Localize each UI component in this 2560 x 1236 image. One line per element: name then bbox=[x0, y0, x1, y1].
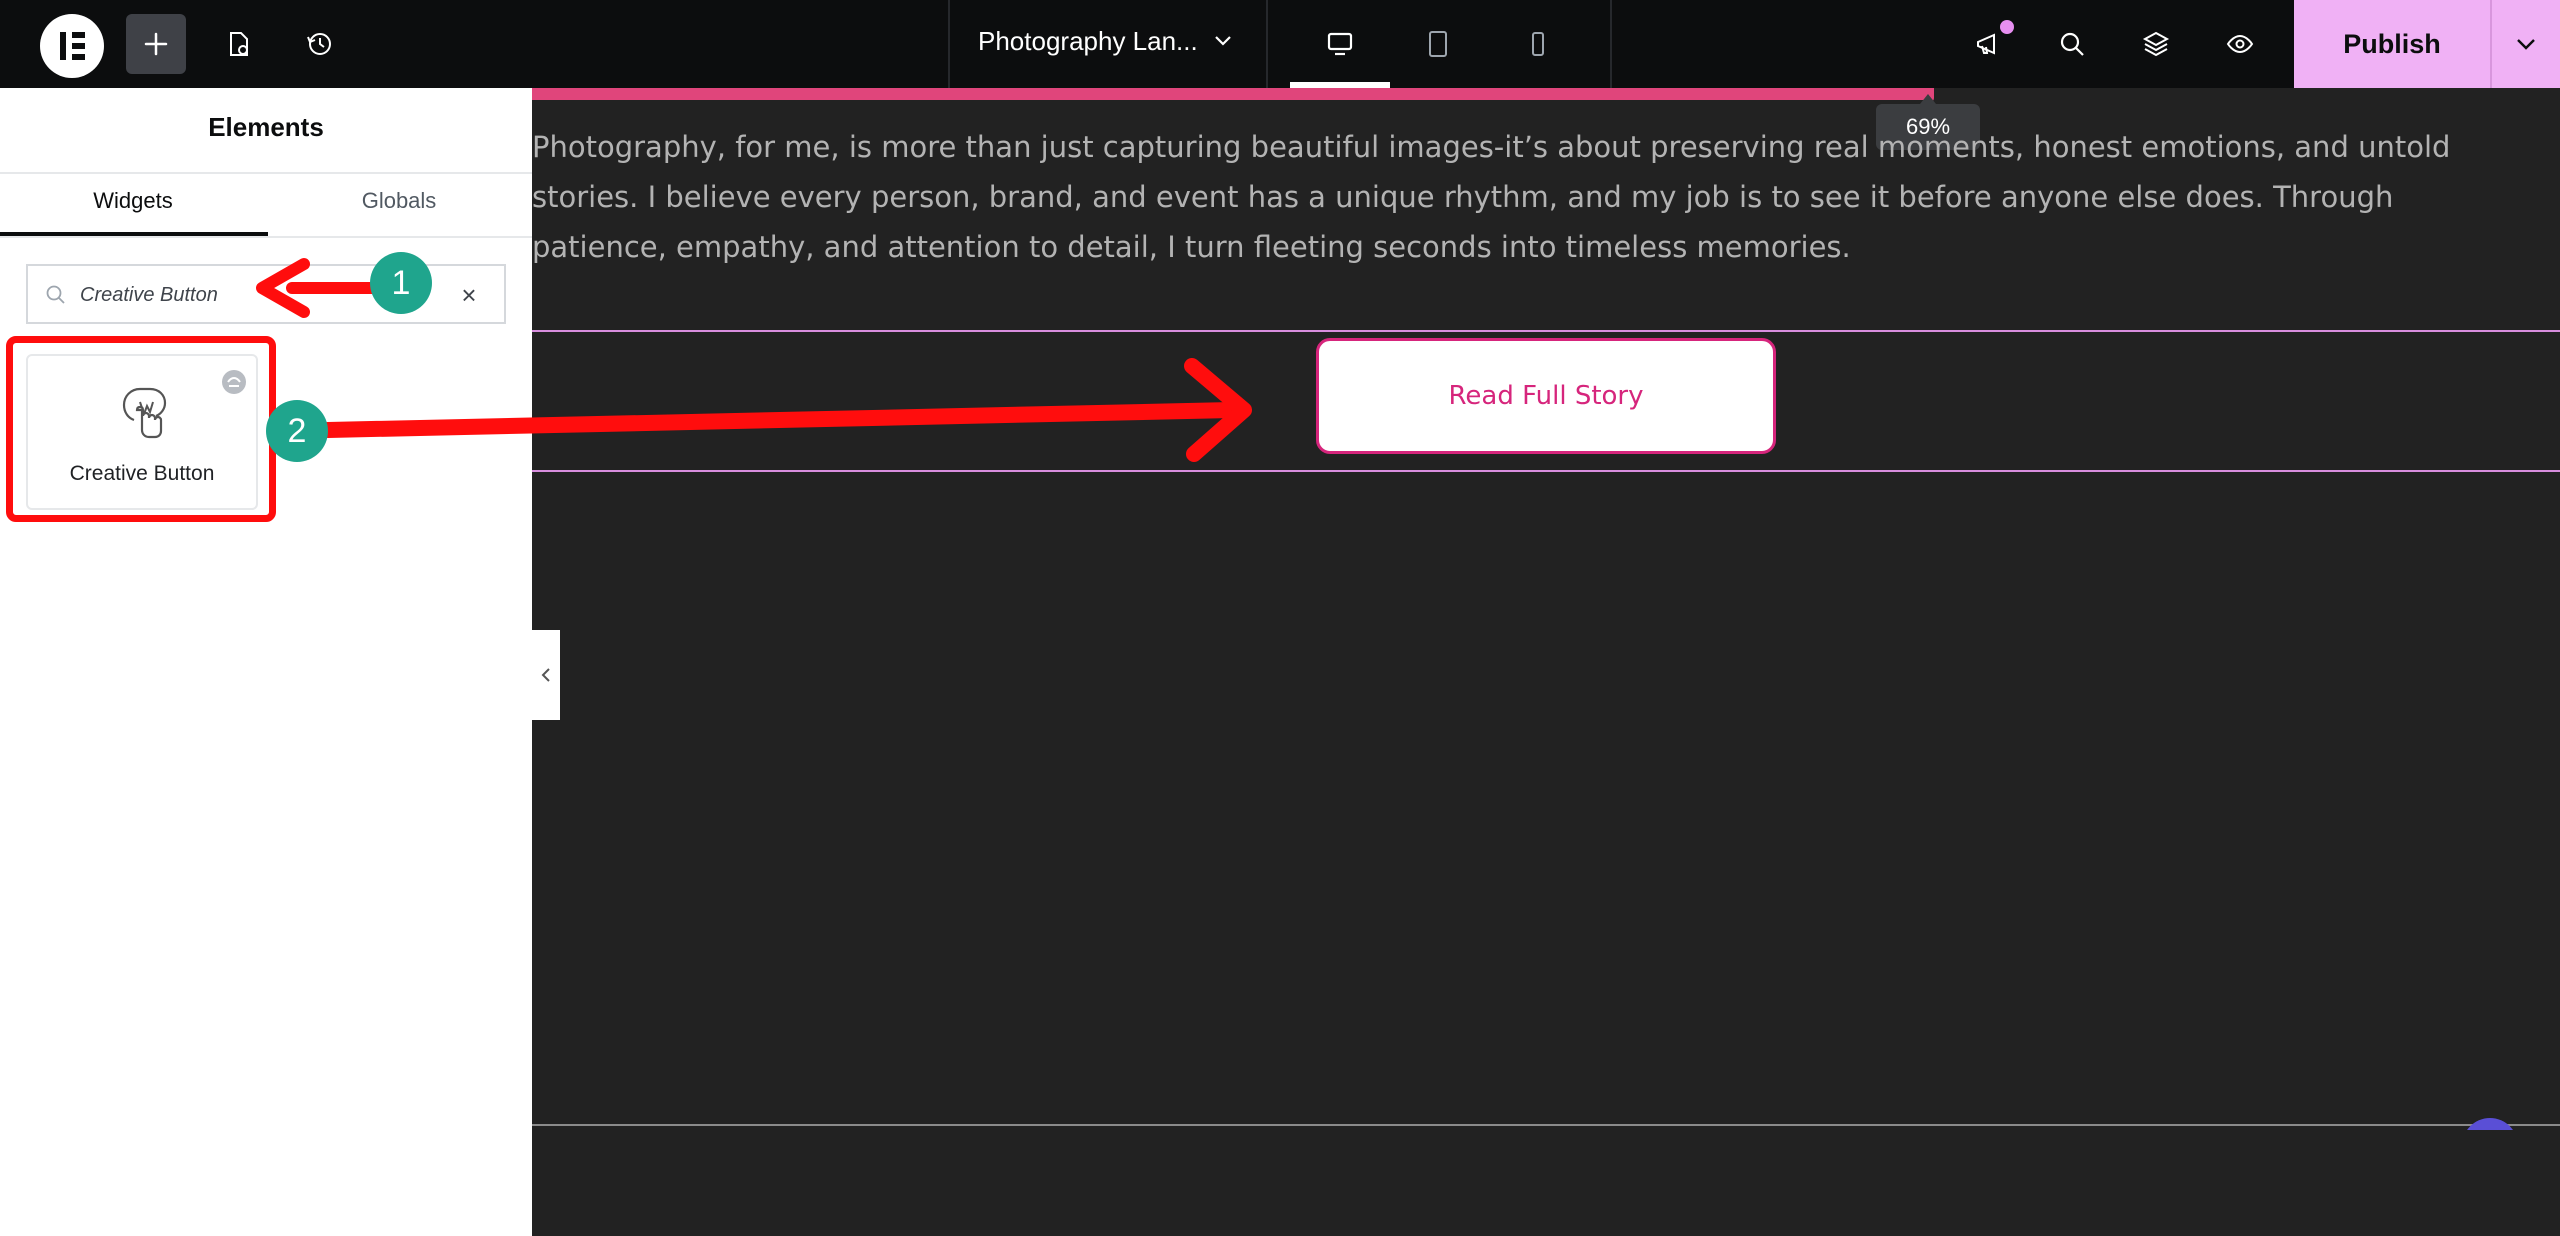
divider bbox=[948, 0, 950, 88]
document-title[interactable]: Photography Lan... bbox=[978, 26, 1198, 57]
tablet-view-button[interactable] bbox=[1408, 14, 1468, 74]
structure-layers-icon bbox=[2142, 31, 2170, 57]
read-full-story-button[interactable]: Read Full Story bbox=[1316, 338, 1776, 454]
chevron-down-icon[interactable] bbox=[1210, 28, 1236, 54]
page-settings-icon bbox=[230, 32, 248, 56]
widget-creative-button[interactable]: Creative Button bbox=[26, 354, 258, 510]
announcements-icon bbox=[1977, 33, 1995, 55]
add-element-icon bbox=[144, 32, 168, 56]
scroll-progress-bar bbox=[532, 88, 1930, 100]
editor-topbar: Photography Lan... Publish bbox=[0, 0, 2560, 88]
panel-title: Elements bbox=[208, 112, 324, 142]
notification-dot bbox=[2000, 20, 2014, 34]
history-icon bbox=[307, 33, 331, 55]
mobile-icon bbox=[1532, 32, 1544, 56]
search-button[interactable] bbox=[2042, 14, 2102, 74]
divider bbox=[0, 172, 532, 174]
section-border-bottom bbox=[532, 470, 2560, 472]
search-input[interactable] bbox=[80, 276, 420, 314]
preview-button[interactable] bbox=[2210, 14, 2270, 74]
search-icon bbox=[2060, 32, 2084, 56]
pointer-hand-icon bbox=[122, 387, 167, 439]
divider bbox=[1266, 0, 1268, 88]
tab-widgets[interactable]: Widgets bbox=[0, 188, 266, 236]
chevron-left-icon bbox=[541, 668, 550, 682]
page-settings-button[interactable] bbox=[208, 14, 268, 74]
elements-panel: Elements Widgets Globals × Creative Butt… bbox=[0, 88, 532, 1236]
search-icon bbox=[46, 285, 65, 304]
desktop-view-button[interactable] bbox=[1310, 14, 1370, 74]
preview-eye-icon bbox=[2226, 34, 2254, 54]
tablet-icon bbox=[1429, 31, 1447, 57]
structure-button[interactable] bbox=[2126, 14, 2186, 74]
widget-label: Creative Button bbox=[69, 462, 215, 485]
clear-search-button[interactable]: × bbox=[454, 280, 484, 310]
elementor-logo-icon[interactable] bbox=[40, 14, 104, 78]
publish-button[interactable]: Publish bbox=[2294, 0, 2490, 88]
desktop-icon bbox=[1327, 32, 1353, 56]
divider bbox=[1610, 0, 1612, 88]
history-button[interactable] bbox=[290, 14, 350, 74]
divider bbox=[0, 236, 532, 238]
about-paragraph[interactable]: Photography, for me, is more than just c… bbox=[532, 122, 2532, 272]
mobile-view-button[interactable] bbox=[1508, 14, 1568, 74]
collapse-panel-button[interactable] bbox=[532, 630, 560, 720]
close-icon: × bbox=[461, 279, 477, 310]
widget-search: × bbox=[26, 264, 506, 324]
section-border-top bbox=[532, 330, 2560, 332]
publish-options-button[interactable] bbox=[2490, 0, 2560, 88]
section-divider bbox=[532, 1124, 2560, 1126]
chevron-down-icon bbox=[2517, 39, 2535, 50]
add-element-button[interactable] bbox=[126, 14, 186, 74]
pro-badge-icon bbox=[222, 370, 246, 394]
tab-globals[interactable]: Globals bbox=[266, 188, 532, 236]
